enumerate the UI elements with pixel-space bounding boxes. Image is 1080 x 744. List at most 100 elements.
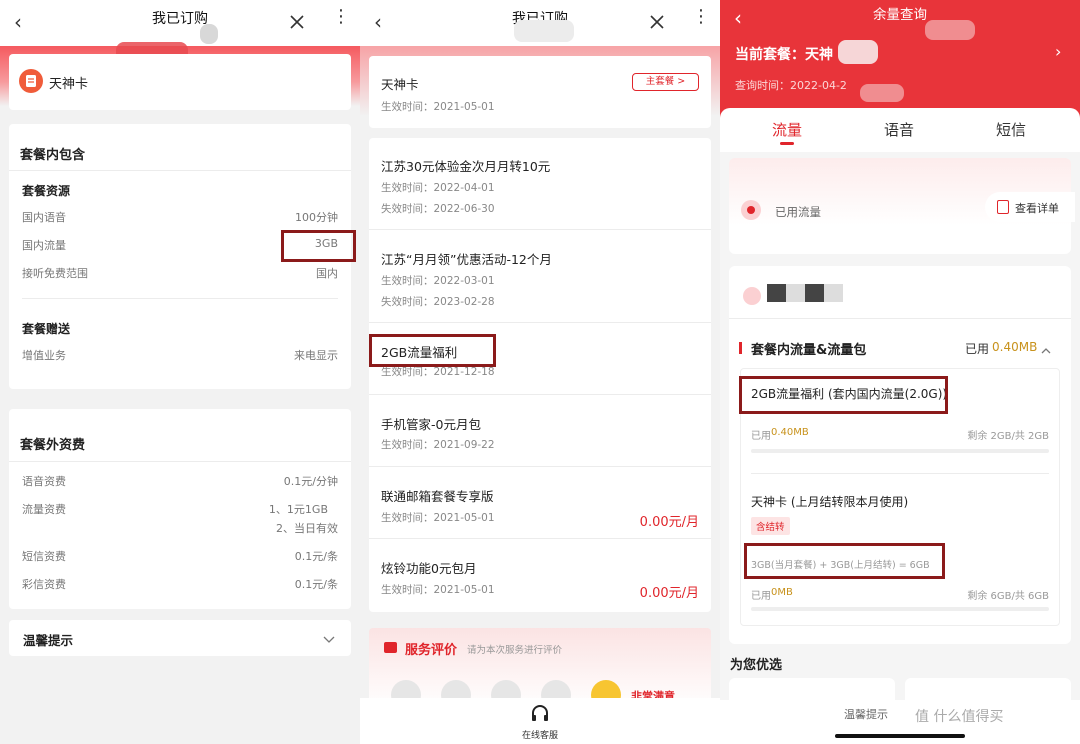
pack2-remain: 剩余 6GB/共 6GB (967, 591, 1049, 602)
pack2-used-label: 已用 (751, 591, 771, 602)
section-marker (739, 342, 742, 354)
main-plan-card[interactable]: 天神卡 生效时间：2021-05-01 主套餐 > (369, 56, 711, 128)
pack1-progress (751, 449, 1049, 453)
item-start: 生效时间：2021-05-01 (381, 584, 495, 596)
main-plan-badge[interactable]: 主套餐 > (632, 73, 699, 91)
item-name: 手机管家-0元月包 (381, 417, 481, 432)
tips-label: 温馨提示 (23, 633, 74, 648)
addon-list: 江苏30元体验金次月月转10元 生效时间：2022-04-01 失效时间：202… (369, 138, 711, 612)
row-value: 0.1元/条 (294, 578, 338, 591)
redacted-blur (514, 20, 574, 42)
row-label: 接听免费范围 (22, 267, 88, 280)
close-icon[interactable] (290, 14, 304, 33)
redacted-blur (925, 20, 975, 40)
footer-bar: 温馨提示 值 什么值得买 (720, 700, 1080, 744)
watermark: 值 什么值得买 (915, 709, 1004, 725)
item-name: 江苏30元体验金次月月转10元 (381, 159, 551, 174)
balance-panel: ‹ 余量查询 当前套餐：天神 › 查询时间：2022-04-2 流量 语音 短信… (720, 0, 1080, 744)
tips-row[interactable]: 温馨提示 (9, 620, 351, 656)
section-title: 套餐内包含 (20, 148, 86, 163)
redacted-blur (767, 284, 843, 302)
used-flow-label: 已用流量 (775, 205, 821, 219)
chevron-down-icon (323, 630, 335, 649)
highlight-box (744, 543, 945, 579)
rating-card: 服务评价 请为本次服务进行评价 非常满意 (369, 628, 711, 710)
plan-icon (19, 69, 43, 93)
row-label: 国内语音 (22, 211, 66, 224)
detail-label: 查看详单 (1015, 202, 1059, 215)
current-plan: 当前套餐：天神 (735, 47, 833, 63)
highlight-box (369, 334, 496, 367)
flow-pack-card: 套餐内流量&流量包 已用 0.40MB 2GB流量福利 (套内国内流量(2.0G… (729, 266, 1071, 644)
tab-voice[interactable]: 语音 (884, 119, 914, 140)
plan-name: 天神卡 (381, 77, 419, 92)
item-end: 失效时间：2023-02-28 (381, 296, 495, 308)
item-start: 生效时间：2021-05-01 (381, 512, 495, 524)
page-title: 余量查询 (873, 7, 927, 23)
more-icon[interactable]: ⋮ (692, 8, 710, 26)
pack2-progress (751, 607, 1049, 611)
detail-button[interactable]: 查看详单 (985, 192, 1075, 222)
page-title: 我已订购 (152, 11, 208, 27)
close-icon[interactable] (650, 14, 664, 33)
item-price: 0.00元/月 (639, 515, 699, 530)
section-title: 套餐内流量&流量包 (751, 343, 867, 358)
tab-flow[interactable]: 流量 (772, 119, 802, 140)
row-label: 彩信资费 (22, 578, 66, 591)
footer-tips[interactable]: 温馨提示 (844, 706, 888, 722)
extra-fee-card: 套餐外资费 语音资费 0.1元/分钟 流量资费 1、1元1GB 2、当日有效 短… (9, 409, 351, 609)
item-name: 联通邮箱套餐专享版 (381, 489, 494, 504)
tab-sms[interactable]: 短信 (996, 119, 1026, 140)
chevron-right-icon[interactable]: › (1055, 42, 1061, 61)
row-value: 来电显示 (294, 349, 338, 362)
gift-title: 套餐赠送 (22, 322, 71, 336)
chat-icon (384, 642, 397, 653)
redacted-blur (200, 24, 218, 44)
row-label: 国内流量 (22, 239, 66, 252)
row-value: 2、当日有效 (276, 522, 338, 535)
service-label: 在线客服 (521, 731, 558, 741)
row-label: 短信资费 (22, 550, 66, 563)
receipt-icon (997, 200, 1009, 214)
service-bar[interactable]: 在线客服 (360, 698, 720, 744)
tab-indicator (780, 142, 794, 145)
used-flow-card: 已用流量 查看详单 (729, 158, 1075, 254)
headset-icon (530, 704, 550, 728)
item-start: 生效时间：2022-04-01 (381, 182, 495, 194)
item-name: 炫铃功能0元包月 (381, 561, 477, 576)
item-start: 生效时间：2021-09-22 (381, 439, 495, 451)
order-panel-middle: ‹ 我已订购 ⋮ 天神卡 生效时间：2021-05-01 主套餐 > 江苏30元… (360, 0, 720, 744)
rating-title: 服务评价 (405, 643, 458, 658)
tab-bar: 流量 语音 短信 (720, 108, 1080, 152)
row-value: 0.1元/条 (294, 550, 338, 563)
home-indicator (835, 734, 965, 738)
plan-date: 生效时间：2021-05-01 (381, 101, 495, 113)
item-start: 生效时间：2022-03-01 (381, 275, 495, 287)
more-icon[interactable]: ⋮ (332, 8, 350, 26)
nav-bar: ‹ 我已订购 ⋮ (0, 0, 360, 46)
redacted-blur (838, 40, 878, 64)
row-label: 增值业务 (22, 349, 66, 362)
row-value: 1、1元1GB (268, 503, 328, 516)
section-title: 套餐外资费 (20, 438, 86, 453)
item-name: 江苏“月月领”优惠活动-12个月 (381, 252, 552, 267)
section-used-value: 0.40MB (992, 340, 1038, 354)
highlight-box (281, 230, 356, 262)
row-value: 0.1元/分钟 (283, 475, 338, 488)
item-end: 失效时间：2022-06-30 (381, 203, 495, 215)
resources-title: 套餐资源 (22, 184, 71, 198)
pack2-used-value: 0MB (771, 587, 793, 598)
recommend-title: 为您优选 (730, 658, 783, 673)
row-value: 100分钟 (295, 211, 338, 224)
flow-icon (741, 200, 761, 220)
plan-card[interactable]: 天神卡 (9, 54, 351, 110)
plan-name: 天神卡 (49, 77, 89, 92)
carryover-tag: 含结转 (751, 517, 790, 535)
section-used-label: 已用 (965, 342, 990, 356)
row-value: 国内 (316, 267, 338, 280)
redacted-blur (860, 84, 904, 102)
order-panel-left: ‹ 我已订购 ⋮ 天神卡 套餐内包含 套餐资源 国内语音 100分钟 国内流量 … (0, 0, 360, 744)
chevron-up-icon[interactable] (1041, 341, 1051, 360)
item-price: 0.00元/月 (639, 586, 699, 601)
highlight-box (739, 376, 948, 414)
